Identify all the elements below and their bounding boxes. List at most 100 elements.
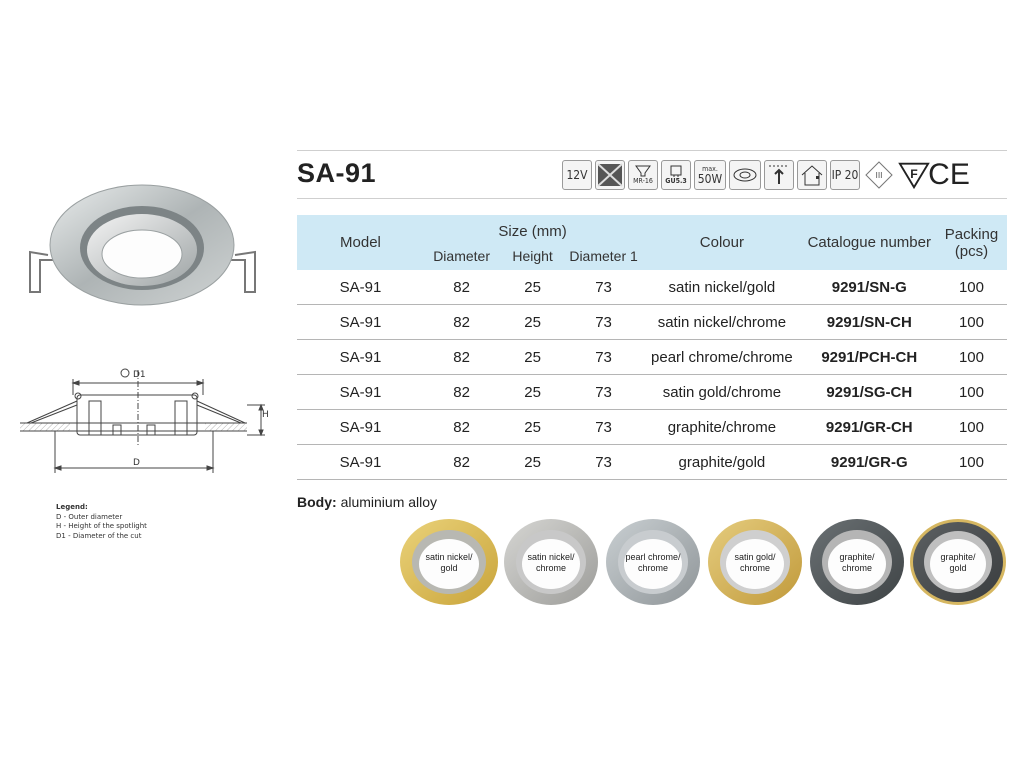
cell-diameter1: 73 [565,409,642,445]
header-size-group: Size (mm) [498,223,567,240]
ip-rating-icon: IP 20 [830,160,860,190]
drawing-legend: Legend: D - Outer diameter H - Height of… [56,503,147,541]
header-packing-label: Packing [944,225,999,243]
cell-model: SA-91 [297,374,424,410]
table-row: SA-91 82 25 73 graphite/chrome 9291/GR-C… [297,409,1007,445]
svg-text:F: F [910,167,918,181]
cell-model: SA-91 [297,409,424,445]
mr16-bulb-icon: MR-16 [628,160,658,190]
svg-text:chrome: chrome [842,563,872,573]
cell-packing: 100 [935,409,1007,445]
dimension-h: H [262,410,269,420]
cell-model: SA-91 [297,270,424,305]
svg-text:III: III [875,171,882,180]
cell-height: 25 [499,270,566,305]
cell-packing: 100 [935,374,1007,410]
header-height: Height [512,248,553,264]
header-packing-unit: (pcs) [954,242,989,260]
swatch-satin-nickel-chrome: satin nickel/ chrome [504,519,598,605]
body-label: Body: [297,494,337,510]
dimension-d1: D1 [133,370,146,380]
svg-text:satin nickel/: satin nickel/ [425,552,473,562]
svg-text:graphite/: graphite/ [839,552,875,562]
cell-colour: satin nickel/gold [641,270,803,305]
header-diameter1: Diameter 1 [569,248,638,264]
header-model: Model [340,234,381,251]
cell-packing: 100 [935,339,1007,375]
specification-table: Model Size (mm) Colour Catalogue number … [297,215,1007,480]
max-power-icon: max. 50W [694,160,726,190]
cell-diameter: 82 [423,270,500,305]
cell-packing: 100 [935,444,1007,480]
cell-diameter1: 73 [565,339,642,375]
cell-colour: satin gold/chrome [641,374,803,410]
cell-height: 25 [499,339,566,375]
table-row: SA-91 82 25 73 graphite/gold 9291/GR-G 1… [297,444,1007,480]
header-top-rule [297,150,1007,151]
header-diameter: Diameter [433,248,490,264]
cell-colour: graphite/gold [641,444,803,480]
cell-diameter: 82 [423,374,500,410]
svg-text:chrome: chrome [740,563,770,573]
header-packing: Packing (pcs) [936,215,1007,270]
legend-item: D1 - Diameter of the cut [56,531,142,540]
colour-swatches: satin nickel/ gold satin nickel/ chrome … [400,519,1006,605]
cell-diameter: 82 [423,339,500,375]
product-title: SA-91 [297,158,377,188]
class-iii-icon: III [863,160,895,190]
gu53-socket-icon: GU5.3 [661,160,691,190]
transformer-icon [595,160,625,190]
adjustable-fitting-icon [729,160,761,190]
legend-heading: Legend: [56,503,88,511]
cell-height: 25 [499,374,566,410]
cell-catalogue: 9291/GR-G [802,444,936,480]
technical-drawing: D1 D H [20,368,269,473]
table-row: SA-91 82 25 73 satin nickel/gold 9291/SN… [297,270,1007,305]
header-bottom-rule [297,198,1007,199]
cell-packing: 100 [935,304,1007,340]
table-row: SA-91 82 25 73 pearl chrome/chrome 9291/… [297,339,1007,375]
certification-icons: 12V MR-16 GU5.3 max. 50W IP 20 III F CE [562,158,970,192]
cell-catalogue: 9291/SG-CH [802,374,936,410]
cell-diameter1: 73 [565,270,642,305]
cell-diameter: 82 [423,444,500,480]
svg-text:satin nickel/: satin nickel/ [527,552,575,562]
voltage-icon: 12V [562,160,592,190]
svg-text:chrome: chrome [536,563,566,573]
cell-colour: pearl chrome/chrome [641,339,803,375]
ce-mark-icon: CE [928,158,970,191]
cell-catalogue: 9291/PCH-CH [802,339,936,375]
body-value: aluminium alloy [340,494,438,510]
body-material-note: Body: aluminium alloy [297,494,437,510]
house-install-icon [797,160,827,190]
svg-text:gold: gold [440,563,457,573]
swatch-graphite-chrome: graphite/ chrome [810,519,904,605]
svg-text:satin gold/: satin gold/ [734,552,776,562]
swatch-pearl-chrome-chrome: pearl chrome/ chrome [606,519,700,605]
svg-text:graphite/: graphite/ [940,552,976,562]
cell-colour: graphite/chrome [641,409,803,445]
cell-model: SA-91 [297,304,424,340]
cell-height: 25 [499,409,566,445]
table-row: SA-91 82 25 73 satin gold/chrome 9291/SG… [297,374,1007,410]
cell-diameter1: 73 [565,304,642,340]
cell-colour: satin nickel/chrome [641,304,803,340]
cell-height: 25 [499,444,566,480]
product-photo [29,184,256,306]
dimension-d: D [133,458,140,468]
svg-text:pearl chrome/: pearl chrome/ [625,552,681,562]
cell-packing: 100 [935,270,1007,305]
ceiling-mount-icon [764,160,794,190]
f-mark-icon: F [898,160,930,190]
legend-item: H - Height of the spotlight [56,522,147,530]
cell-diameter: 82 [423,409,500,445]
cell-diameter1: 73 [565,444,642,480]
cell-diameter1: 73 [565,374,642,410]
swatch-graphite-gold: graphite/ gold [910,519,1006,605]
cell-diameter: 82 [423,304,500,340]
swatch-satin-gold-chrome: satin gold/ chrome [708,519,802,605]
cell-model: SA-91 [297,444,424,480]
svg-text:gold: gold [949,563,966,573]
cell-model: SA-91 [297,339,424,375]
header-colour: Colour [699,234,744,251]
